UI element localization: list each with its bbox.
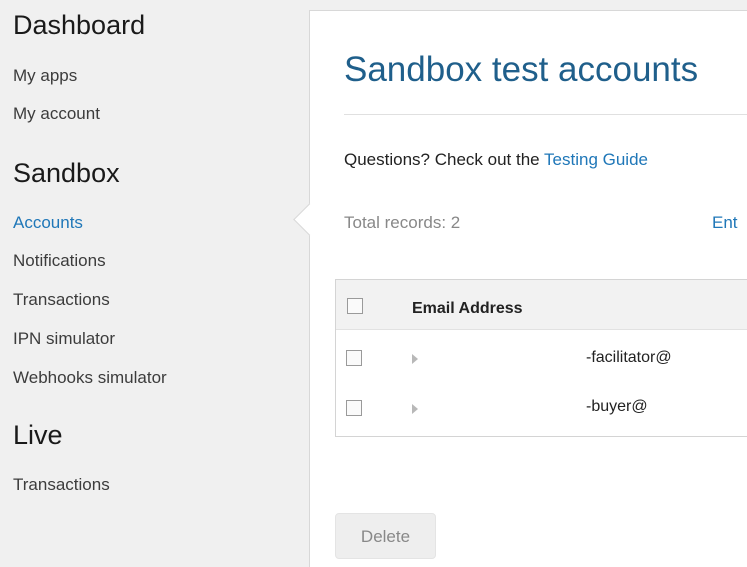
sidebar-item-accounts[interactable]: Accounts [13,214,83,231]
section-heading-sandbox: Sandbox [13,158,120,188]
row-checkbox[interactable] [346,400,362,416]
page-title: Sandbox test accounts [344,50,699,89]
sidebar-item-notifications[interactable]: Notifications [13,252,106,269]
row-checkbox[interactable] [346,350,362,366]
expand-caret-icon[interactable] [412,404,418,414]
sidebar-item-ipn-simulator[interactable]: IPN simulator [13,330,115,347]
title-divider [344,114,747,115]
questions-text: Questions? Check out the Testing Guide [344,151,648,168]
select-all-checkbox[interactable] [347,298,363,314]
sidebar-item-webhooks-simulator[interactable]: Webhooks simulator [13,369,167,386]
delete-button[interactable]: Delete [335,513,436,559]
sidebar-item-live-transactions[interactable]: Transactions [13,476,110,493]
questions-prefix: Questions? Check out the [344,150,545,169]
table-row: -facilitator@ [336,330,747,380]
expand-caret-icon[interactable] [412,354,418,364]
entries-link[interactable]: Ent [712,214,738,231]
accounts-table: Email Address -facilitator@ -buyer@ [335,279,747,437]
total-records: Total records: 2 [344,213,461,232]
section-heading-live: Live [13,420,63,450]
main-panel: Sandbox test accounts Questions? Check o… [309,10,747,567]
column-header-email: Email Address [412,300,523,317]
sidebar: Dashboard My apps My account Sandbox Acc… [0,0,309,566]
testing-guide-link[interactable]: Testing Guide [544,150,648,169]
section-heading-dashboard: Dashboard [13,10,146,40]
row-email: -facilitator@ [586,349,672,366]
sidebar-item-my-account[interactable]: My account [13,105,100,122]
sidebar-item-transactions[interactable]: Transactions [13,291,110,308]
sidebar-item-my-apps[interactable]: My apps [13,67,77,84]
table-row: -buyer@ [336,380,747,430]
table-header: Email Address [336,280,747,330]
row-email: -buyer@ [586,398,648,415]
